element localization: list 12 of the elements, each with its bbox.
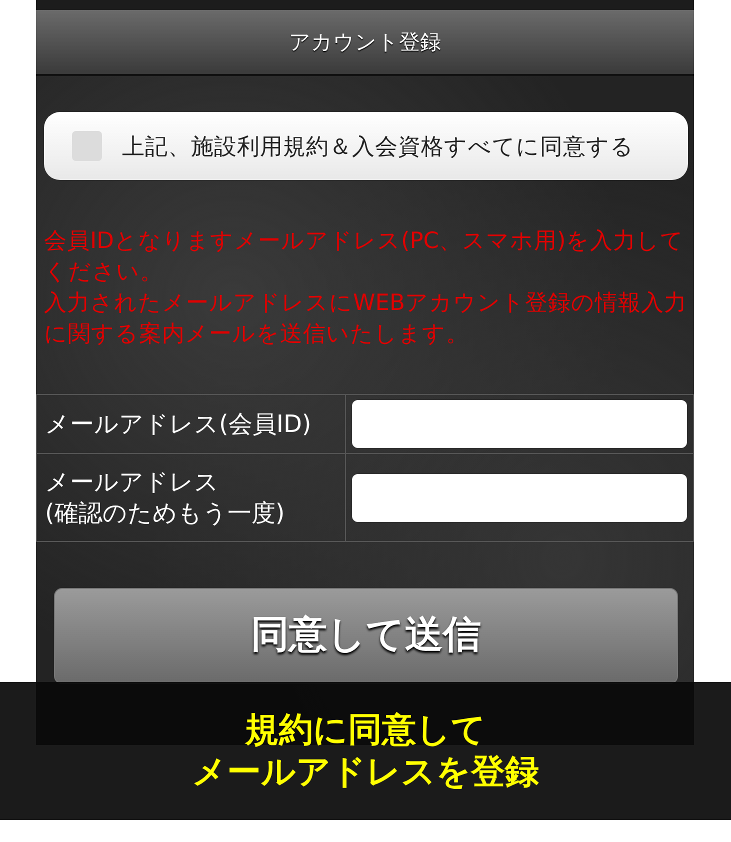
field-label: メールアドレス (確認のためもう一度) [45, 466, 285, 528]
caption-text: メールアドレスを登録 [192, 751, 539, 793]
email-input-field[interactable] [352, 474, 687, 522]
checkbox[interactable] [72, 131, 102, 161]
page-title: アカウント登録 [289, 29, 441, 56]
caption-text: 規約に同意して [245, 709, 486, 751]
email-input-field[interactable] [352, 400, 687, 448]
agreement-checkbox-row[interactable]: 上記、施設利用規約＆入会資格すべてに同意する [44, 112, 688, 180]
agreement-label: 上記、施設利用規約＆入会資格すべてに同意する [122, 132, 634, 162]
field-label: メールアドレス(会員ID) [45, 408, 312, 440]
submit-button[interactable]: 同意して送信 [54, 588, 678, 684]
notice-text: 会員IDとなりますメールアドレス(PC、スマホ用)を入力してください。 入力されたメールアドレスにWEBアカウント登録の情報入力に関する案内メールを送信いたします。 [43, 227, 688, 349]
